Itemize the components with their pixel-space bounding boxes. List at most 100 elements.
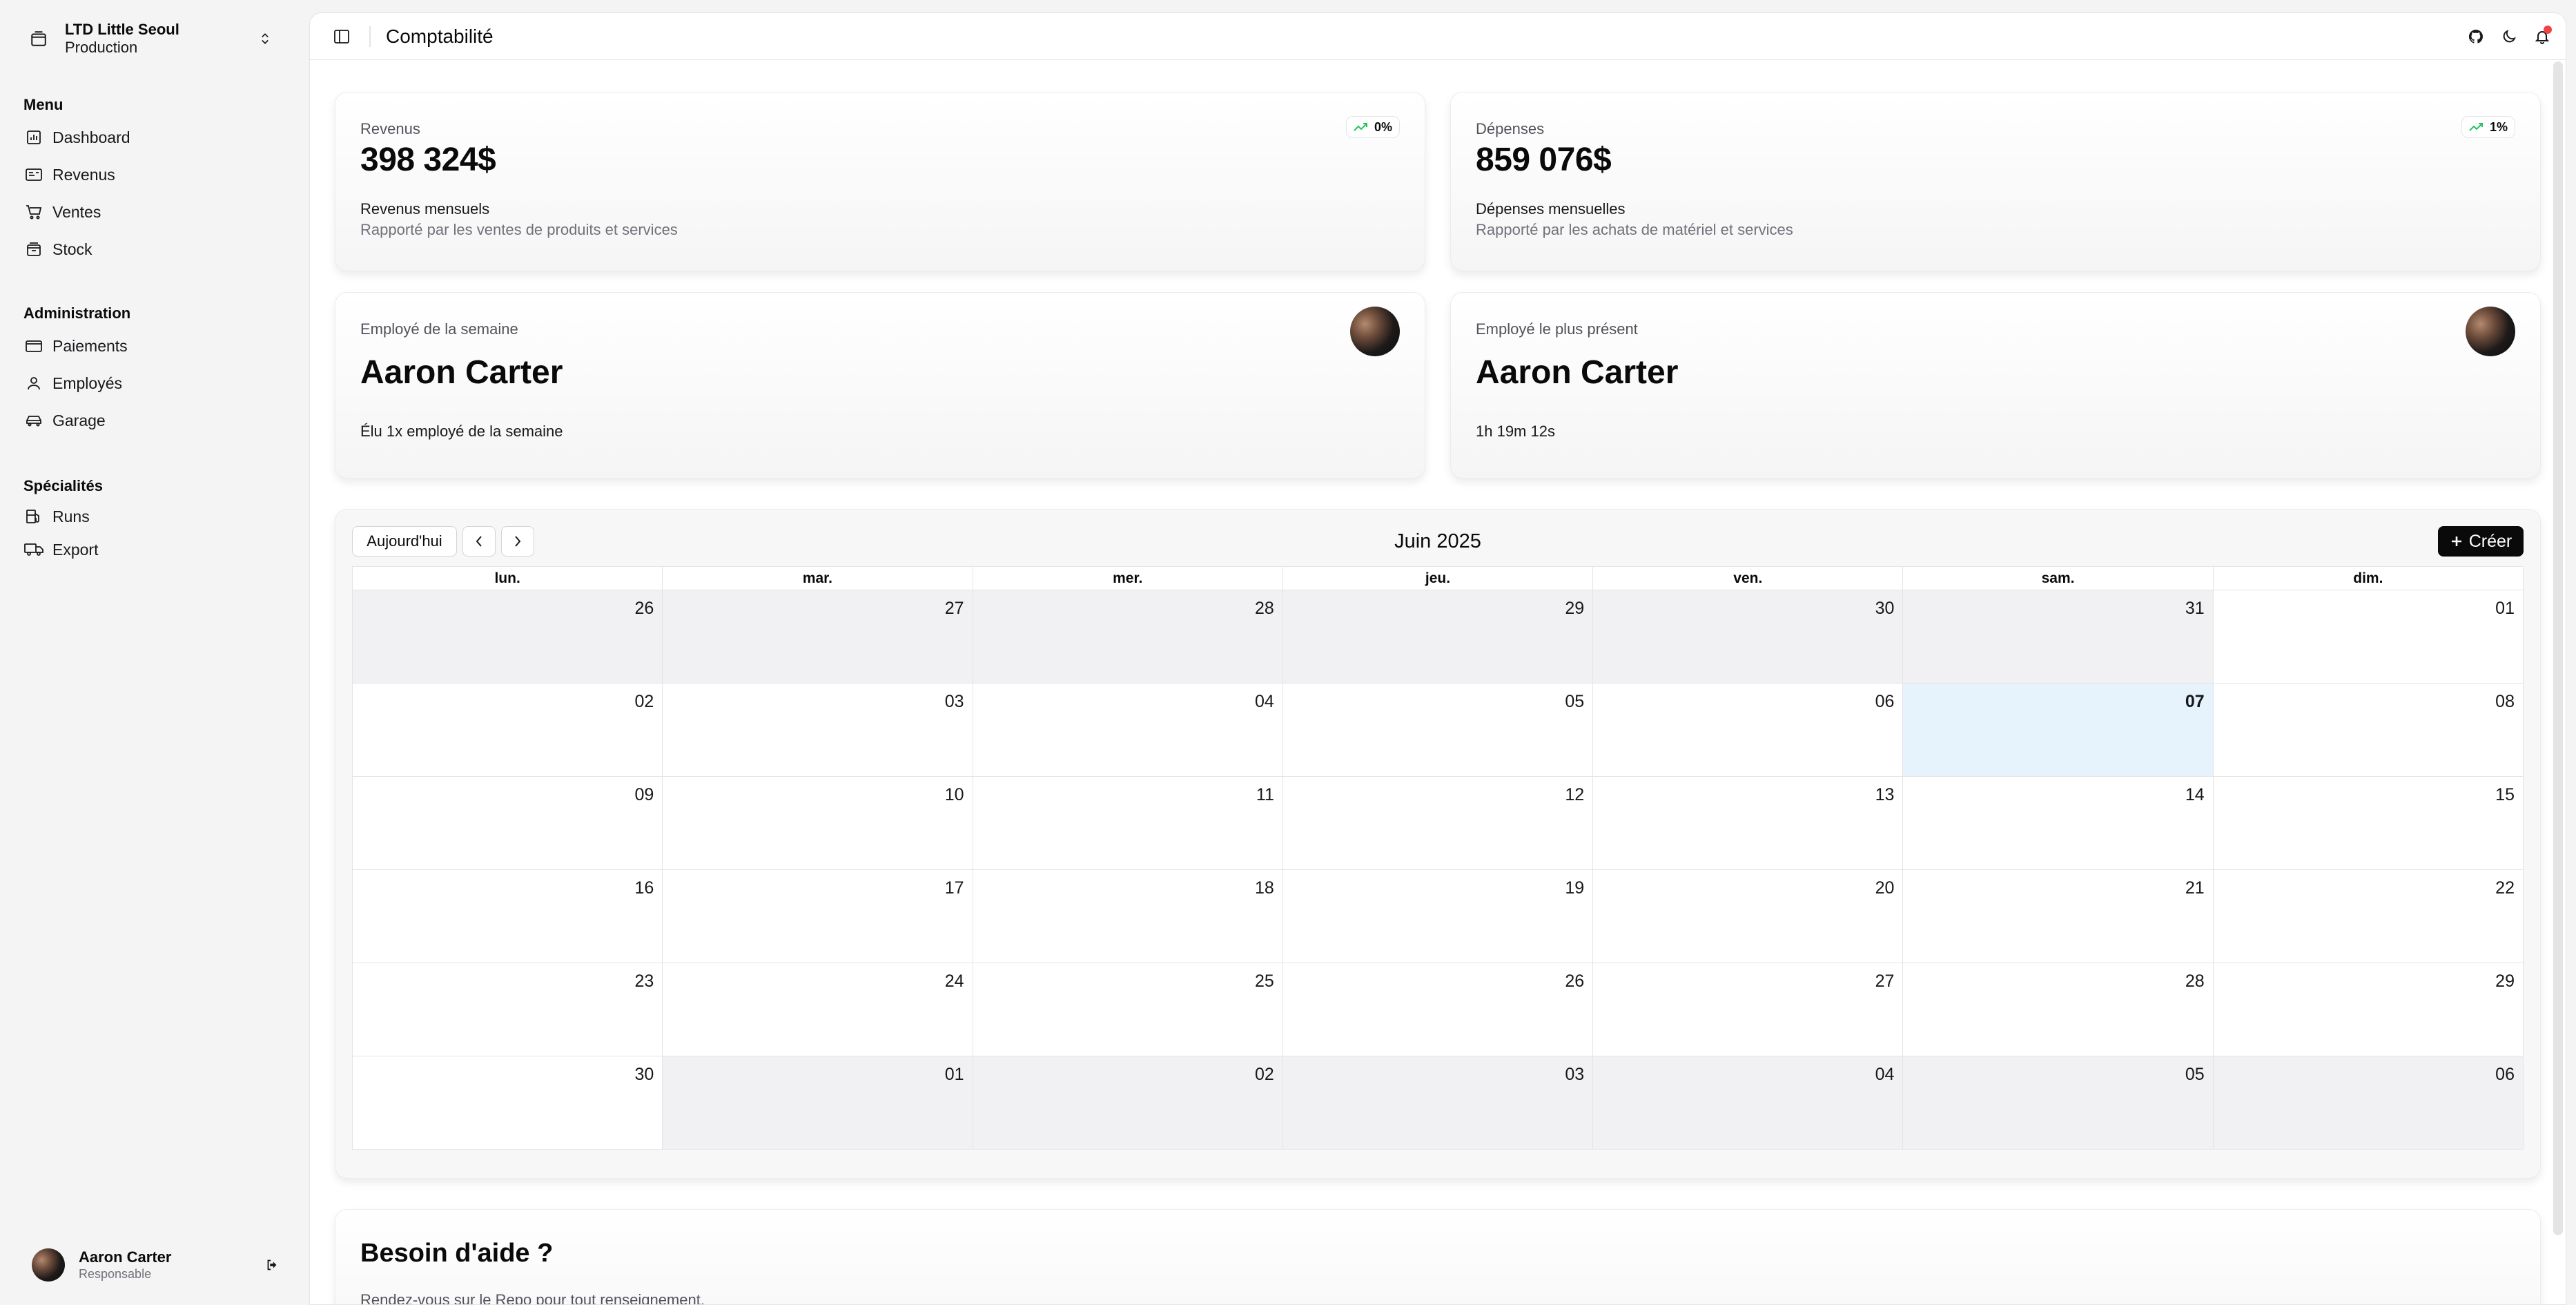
- calendar-day-cell[interactable]: 29: [1282, 590, 1594, 684]
- help-title: Besoin d'aide ?: [360, 1239, 554, 1268]
- calendar-day-cell[interactable]: 01: [2213, 590, 2524, 684]
- calendar-day-cell[interactable]: 02: [353, 684, 663, 777]
- sidebar-toggle-icon[interactable]: [328, 23, 355, 50]
- sidebar: LTD Little Seoul Production Menu Dashboa…: [0, 0, 309, 1305]
- day-number: 05: [2185, 1065, 2205, 1084]
- stat-value: 859 076$: [1476, 142, 1612, 178]
- day-number: 08: [2495, 692, 2515, 711]
- calendar-day-cell[interactable]: 04: [1593, 1056, 1904, 1150]
- calendar-day-cell[interactable]: 10: [663, 777, 973, 870]
- avatar: [1350, 307, 1400, 356]
- nav-group-administration: Administration Paiements Employés Garage: [0, 300, 309, 439]
- weekday-header: mar.: [663, 567, 973, 590]
- calendar-day-cell[interactable]: 15: [2213, 777, 2524, 870]
- calendar-day-cell[interactable]: 27: [663, 590, 973, 684]
- calendar-day-cell[interactable]: 12: [1282, 777, 1594, 870]
- calendar-day-cell[interactable]: 19: [1282, 870, 1594, 963]
- nav-group-title: Spécialités: [23, 477, 103, 494]
- logout-icon[interactable]: [258, 1251, 286, 1279]
- sidebar-item-paiements[interactable]: Paiements: [0, 327, 298, 365]
- calendar-day-cell[interactable]: 28: [973, 590, 1283, 684]
- day-number: 05: [1565, 692, 1585, 711]
- day-number: 30: [1875, 599, 1895, 618]
- calendar-day-cell[interactable]: 18: [973, 870, 1283, 963]
- employee-of-week-card: Employé de la semaine Aaron Carter Élu 1…: [335, 292, 1425, 478]
- calendar-day-cell[interactable]: 13: [1593, 777, 1904, 870]
- trend-badge: 0%: [1345, 116, 1400, 138]
- org-switcher[interactable]: LTD Little Seoul Production: [17, 14, 279, 64]
- calendar-day-cell[interactable]: 08: [2213, 684, 2524, 777]
- sidebar-item-label: Garage: [52, 411, 106, 429]
- calendar-day-cell[interactable]: 26: [1282, 963, 1594, 1056]
- calendar-day-cell[interactable]: 16: [353, 870, 663, 963]
- expenses-card: Dépenses 859 076$ 1% Dépenses mensuelles…: [1450, 92, 2541, 271]
- calendar-day-cell[interactable]: 01: [663, 1056, 973, 1150]
- day-number: 17: [944, 878, 964, 898]
- sidebar-item-employes[interactable]: Employés: [0, 365, 298, 402]
- calendar-day-cell[interactable]: 28: [1903, 963, 2214, 1056]
- day-number: 06: [1875, 692, 1895, 711]
- calendar-day-cell[interactable]: 31: [1903, 590, 2214, 684]
- calendar-day-cell[interactable]: 09: [353, 777, 663, 870]
- calendar-day-cell[interactable]: 23: [353, 963, 663, 1056]
- calendar-day-cell[interactable]: 14: [1903, 777, 2214, 870]
- calendar-day-cell[interactable]: 21: [1903, 870, 2214, 963]
- sidebar-item-label: Stock: [52, 240, 92, 258]
- calendar-day-cell[interactable]: 29: [2213, 963, 2524, 1056]
- moon-icon[interactable]: [2495, 23, 2523, 50]
- calendar-day-cell[interactable]: 05: [1282, 684, 1594, 777]
- calendar-day-cell[interactable]: 26: [353, 590, 663, 684]
- calendar-day-cell[interactable]: 02: [973, 1056, 1283, 1150]
- wallet-icon: [23, 336, 44, 356]
- calendar-day-cell[interactable]: 30: [1593, 590, 1904, 684]
- day-number: 18: [1255, 878, 1274, 898]
- org-env: Production: [65, 39, 138, 56]
- sidebar-item-export[interactable]: Export: [0, 533, 298, 566]
- sidebar-item-garage[interactable]: Garage: [0, 402, 298, 439]
- sidebar-item-label: Ventes: [52, 202, 101, 221]
- calendar-day-cell[interactable]: 25: [973, 963, 1283, 1056]
- sidebar-item-runs[interactable]: Runs: [0, 500, 298, 533]
- calendar-day-cell[interactable]: 20: [1593, 870, 1904, 963]
- calendar-day-cell[interactable]: 03: [663, 684, 973, 777]
- help-card: Besoin d'aide ? Rendez-vous sur le Repo …: [335, 1209, 2541, 1305]
- github-icon[interactable]: [2462, 23, 2490, 50]
- day-number: 23: [634, 972, 654, 991]
- day-number: 30: [634, 1065, 654, 1084]
- calendar-day-cell[interactable]: 04: [973, 684, 1283, 777]
- calendar-day-cell[interactable]: 27: [1593, 963, 1904, 1056]
- sidebar-item-ventes[interactable]: Ventes: [0, 193, 298, 231]
- trend-value: 1%: [2489, 119, 2508, 134]
- day-number: 27: [944, 599, 964, 618]
- calendar-day-cell[interactable]: 05: [1903, 1056, 2214, 1150]
- bell-icon[interactable]: [2528, 23, 2556, 50]
- create-event-button[interactable]: Créer: [2438, 526, 2524, 557]
- box-icon: [23, 239, 44, 260]
- chevrons-up-down-icon: [251, 25, 279, 52]
- plus-icon: [2451, 536, 2461, 546]
- calendar-day-cell[interactable]: 24: [663, 963, 973, 1056]
- calendar-day-cell[interactable]: 30: [353, 1056, 663, 1150]
- stat-label: Dépenses: [1476, 120, 1545, 137]
- calendar-day-cell[interactable]: 06: [2213, 1056, 2524, 1150]
- nav-group-title: Administration: [23, 304, 131, 322]
- user-icon: [23, 373, 44, 394]
- topbar: Comptabilité: [310, 13, 2566, 60]
- user-menu[interactable]: Aaron Carter Responsable: [17, 1243, 286, 1287]
- scrollbar[interactable]: [2553, 61, 2563, 1235]
- calendar-day-cell[interactable]: 11: [973, 777, 1283, 870]
- help-text: Rendez-vous sur le Repo pour tout rensei…: [360, 1291, 705, 1305]
- calendar-day-cell[interactable]: 03: [1282, 1056, 1594, 1150]
- calendar-card: Aujourd'hui Juin 2025 Créer lun. mar. mer.…: [335, 509, 2541, 1179]
- sidebar-item-dashboard[interactable]: Dashboard: [0, 119, 298, 156]
- trend-badge: 1%: [2461, 116, 2515, 138]
- calendar-day-cell[interactable]: 07: [1903, 684, 2214, 777]
- calendar-day-cell[interactable]: 17: [663, 870, 973, 963]
- day-number: 03: [944, 692, 964, 711]
- calendar-day-cell[interactable]: 06: [1593, 684, 1904, 777]
- sidebar-item-label: Export: [52, 540, 99, 559]
- calendar-day-cell[interactable]: 22: [2213, 870, 2524, 963]
- sidebar-item-revenus[interactable]: Revenus: [0, 156, 298, 193]
- sidebar-item-stock[interactable]: Stock: [0, 231, 298, 268]
- day-number: 26: [634, 599, 654, 618]
